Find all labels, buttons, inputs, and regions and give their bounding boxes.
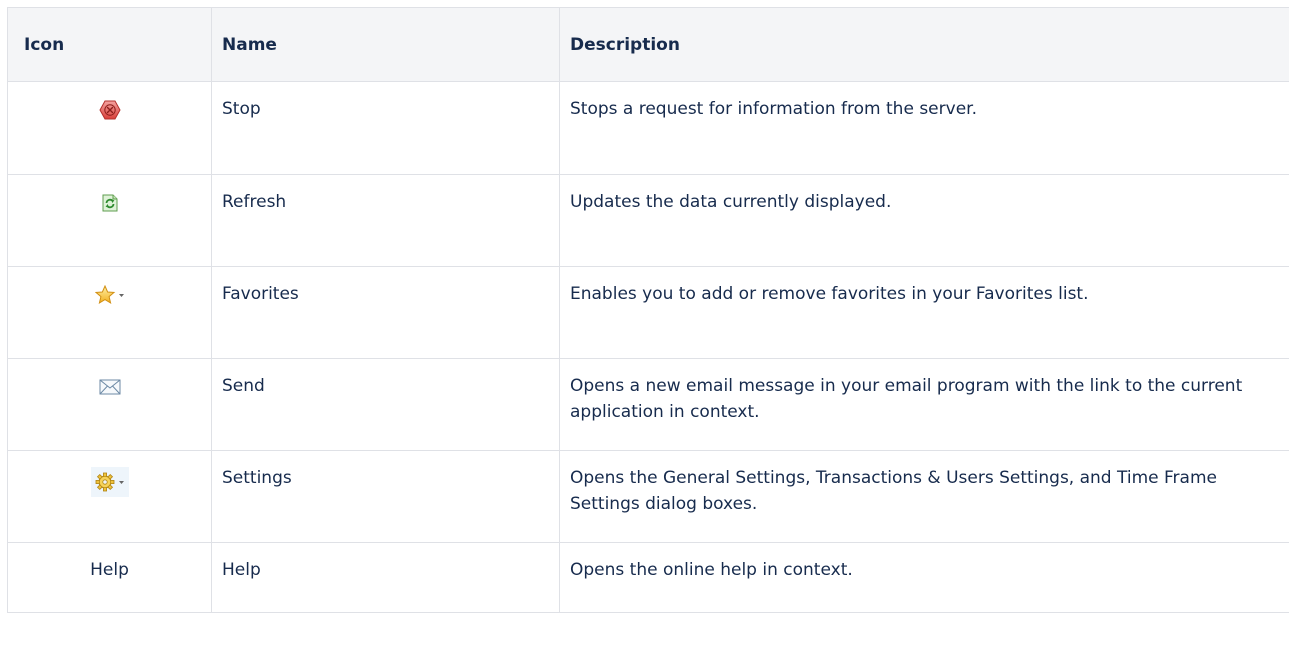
name-cell: Settings bbox=[211, 450, 560, 543]
favorites-star-dropdown-icon bbox=[94, 285, 125, 305]
icon-cell bbox=[7, 450, 212, 543]
column-header-description: Description bbox=[559, 7, 1289, 82]
table-row: Send Opens a new email message in your e… bbox=[7, 358, 1289, 451]
icon-cell bbox=[7, 81, 212, 175]
icon-cell bbox=[7, 266, 212, 359]
column-header-icon: Icon bbox=[7, 7, 212, 82]
description-cell: Updates the data currently displayed. bbox=[559, 174, 1289, 267]
table-header-row: Icon Name Description bbox=[7, 7, 1289, 82]
description-cell: Stops a request for information from the… bbox=[559, 81, 1289, 175]
reference-table-container: Icon Name Description Stop Stops a reque… bbox=[7, 7, 1289, 613]
icon-cell-text: Help bbox=[7, 542, 212, 613]
table-row: Refresh Updates the data currently displ… bbox=[7, 174, 1289, 267]
name-cell: Send bbox=[211, 358, 560, 451]
icon-cell bbox=[7, 358, 212, 451]
name-cell: Favorites bbox=[211, 266, 560, 359]
table-row: Stop Stops a request for information fro… bbox=[7, 81, 1289, 175]
refresh-icon bbox=[102, 194, 118, 212]
stop-icon bbox=[98, 100, 121, 120]
table-row: Help Help Opens the online help in conte… bbox=[7, 542, 1289, 613]
column-header-name: Name bbox=[211, 7, 560, 82]
description-cell: Enables you to add or remove favorites i… bbox=[559, 266, 1289, 359]
send-envelope-icon bbox=[99, 379, 121, 395]
description-cell: Opens a new email message in your email … bbox=[559, 358, 1289, 451]
description-cell: Opens the online help in context. bbox=[559, 542, 1289, 613]
description-cell: Opens the General Settings, Transactions… bbox=[559, 450, 1289, 543]
table-row: Favorites Enables you to add or remove f… bbox=[7, 266, 1289, 359]
name-cell: Stop bbox=[211, 81, 560, 175]
settings-gear-dropdown-icon bbox=[90, 467, 129, 497]
name-cell: Refresh bbox=[211, 174, 560, 267]
name-cell: Help bbox=[211, 542, 560, 613]
icon-cell bbox=[7, 174, 212, 267]
table-row: Settings Opens the General Settings, Tra… bbox=[7, 450, 1289, 543]
icon-reference-table: Icon Name Description Stop Stops a reque… bbox=[7, 7, 1289, 613]
